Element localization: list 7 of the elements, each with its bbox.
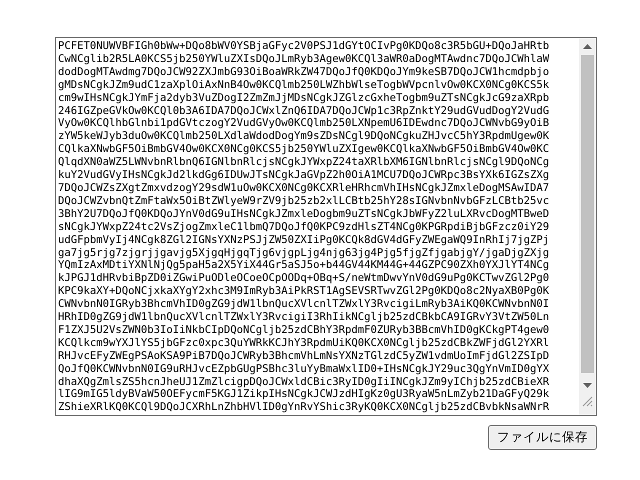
save-file-button[interactable]: ファイルに保存 [488,425,597,450]
text-content: PCFET0NUWVBFIGh0bWw+DQo8bWV0YSBjaGFyc2V0PSJ1dGYtOCIvPg0KDQo8c3R5bGU+DQoJaHRtb CwNCglib2R5LA0KCS5jb250YWluZXIsDQoJLmRyb3Agew0KCQl3aWR0aDogMTAwdnc7DQoJCWhlaW dodDogMTAwdmg7DQoJCW92ZXJmbG93OiBoaWRkZW47DQoJfQ0KDQoJYm9keSB7DQoJCW1hcmdpbjo gMDsNCgkJZm9udC1zaXplOiAxNnB4Ow0KCQlmb250LWZhbWlseTogbWVpcnlvOw0KCX0NCg0KCS5k cm9wIHsNCgkJYmFja2dyb3VuZDogI2ZmZmJjMDsNCgkJZGlzcGxheTogbm9uZTsNCgkJcG9zaXRpb 246IGZpeGVkOw0KCQl0b3A6IDA7DQoJCWxlZnQ6IDA7DQoJCWp1c3RpZnktY29udGVudDogY2VudG VyOw0KCQlhbGlnbi1pdGVtczogY2VudGVyOw0KCQlmb250LXNpemU6IDEwdnc7DQoJCWNvbG9yOiB zYW5keWJyb3duOw0KCQlmb250LXdlaWdodDogYm9sZDsNCgl9DQoNCgkuZHJvcC5hY3RpdmUgew0K CQlkaXNwbGF5OiBmbGV4Ow0KCX0NCg0KCS5jb250YWluZXIgew0KCQlkaXNwbGF5OiBmbGV4Ow0KC QlqdXN0aWZ5LWNvbnRlbnQ6IGNlbnRlcjsNCgkJYWxpZ24taXRlbXM6IGNlbnRlcjsNCgl9DQoNCg kuY2VudGVyIHsNCgkJd2lkdGg6IDUwJTsNCgkJaGVpZ2h0OiA1MCU7DQoJCWRpc3BsYXk6IGZsZXg 7DQoJCWZsZXgtZmxvdzogY29sdW1uOw0KCX0NCg0KCXRleHRhcmVhIHsNCgkJZmxleDogMSAwIDA7 DQoJCWZvbnQtZmFtaWx5OiBtZWlyeW9rZV9jb25zb2xlLCBtb25hY28sIGNvbnNvbGFzLCBtb25vc 3BhY2U7DQoJfQ0KDQoJYnV0dG9uIHsNCgkJZmxleDogbm9uZTsNCgkJbWFyZ2luLXRvcDogMTBweD sNCgkJYWxpZ24tc2VsZjogZmxleC1lbmQ7DQoJfQ0KPC9zdHlsZT4NCg0KPGRpdiBjbGFzcz0iY29 udGFpbmVyIj4NCgk8ZGl2IGNsYXNzPSJjZW50ZXIiPg0KCQk8dGV4dGFyZWEgaWQ9InRhIj7jgZPj ga7jg5rjg7zjgrjjgavjg5XjgqHjgqTjg6vjgpLjg4njg63jg4Pjg5fjgZfjgabjgY/jgaDjgZXjg YQmIzAxMDtiYXNlNjQg5paH5a2X5YiX44Gr5aSJ5o+b44GV44KM44G+44GZPC90ZXh0YXJlYT4NCg kJPGJ1dHRvbiBpZD0iZGwiPuODleOCoeOCpOODq+OBq+S/neWtmDwvYnV0dG9uPg0KCTwvZGl2Pg0 KPC9kaXY+DQoNCjxkaXYgY2xhc3M9ImRyb3AiPkRST1AgSEVSRTwvZGl2Pg0KDQo8c2NyaXB0Pg0K CWNvbnN0IGRyb3BhcmVhID0gZG9jdW1lbnQucXVlcnlTZWxlY3RvcigiLmRyb3AiKQ0KCWNvbnN0I HRhID0gZG9jdW1lbnQucXVlcnlTZWxlY3RvcigiI3RhIikNCgljb25zdCBkbCA9IGRvY3VtZW50Ln F1ZXJ5U2VsZWN0b3IoIiNkbCIpDQoNCgljb25zdCBhY3RpdmF0ZURyb3BBcmVhID0gKCkgPT4gew0 KCQlkcm9wYXJlYS5jbGFzc0xpc3QuYWRkKCJhY3RpdmUiKQ0KCX0NCgljb25zdCBkZWFjdGl2YXRl RHJvcEFyZWEgPSAoKSA9PiB7DQoJCWRyb3BhcmVhLmNsYXNzTGlzdC5yZW1vdmUoImFjdGl2ZSIpD QoJfQ0KCWNvbnN0IG9uRHJvcEZpbGUgPSBhc3luYyBmaWxlID0+IHsNCgkJY29uc3QgYnVmID0gYX dhaXQgZmlsZS5hcnJheUJ1ZmZlcigpDQoJCWxldCBic3RyID0gIiINCgkJZm9yIChjb25zdCBieXR lIG9mIG5ldyBVaW50OEFycmF5KGJ1ZikpIHsNCgkJCWJzdHIgKz0gU3RyaW5nLmZyb21DaGFyQ29k ZShieXRlKQ0KCQl9DQoJCXRhLnZhbHVlID0gYnRvYShic3RyKQ0KCX0NCgljb25zdCBvbkNsaWNrR [57,39,550,415]
down-arrow-icon[interactable] [583,383,592,388]
resize-grip-icon[interactable] [582,396,593,407]
scrollbar-thumb[interactable] [581,55,594,373]
up-arrow-icon[interactable] [583,44,592,49]
scrollbar[interactable] [579,38,596,415]
